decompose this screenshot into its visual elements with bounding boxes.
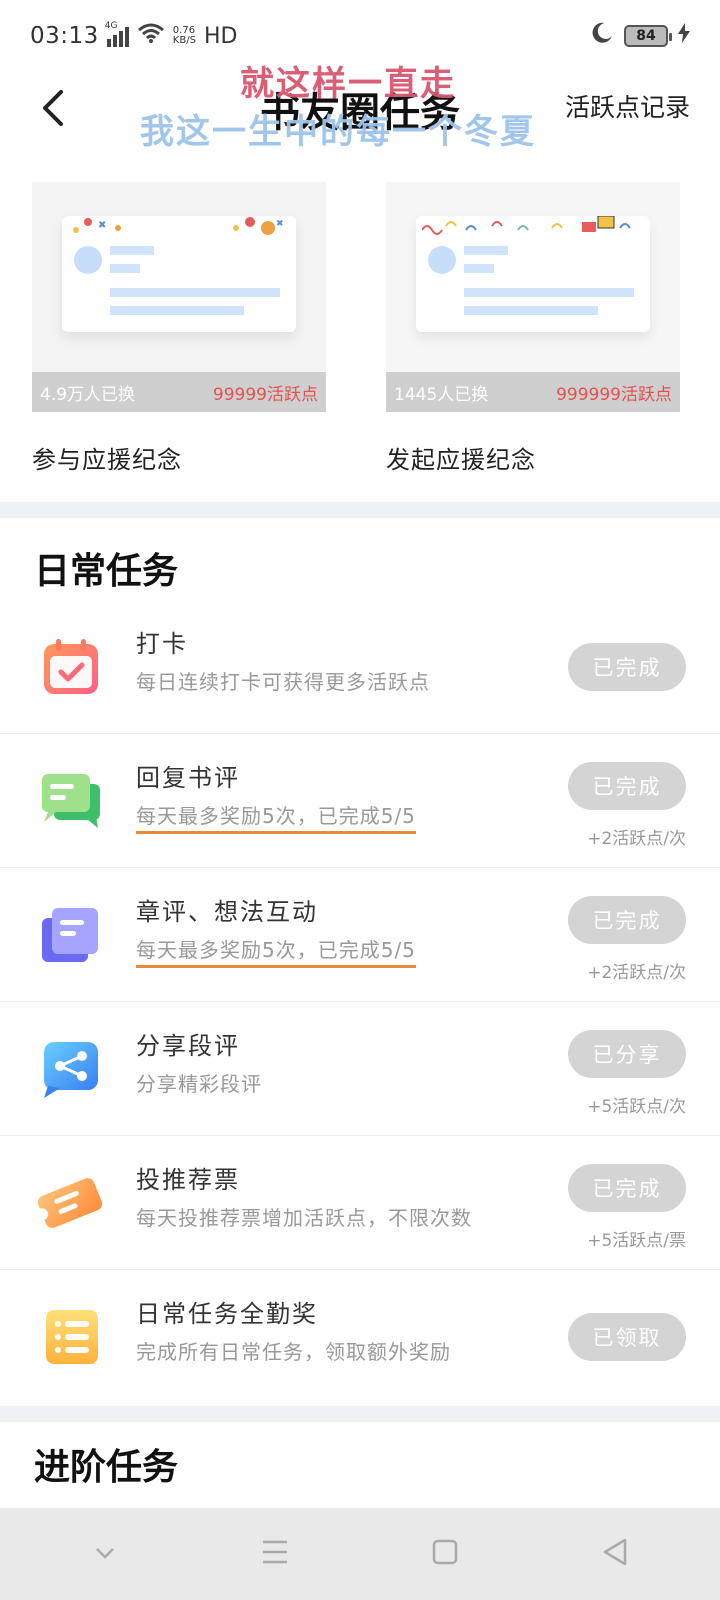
- section-divider: [0, 1406, 720, 1422]
- signal-icon: 4G: [105, 21, 129, 47]
- overlay-lyric-1: 就这样一直走: [240, 64, 456, 104]
- task-row-reply-review: 回复书评 每天最多奖励5次，已完成5/5 已完成 +2活跃点/次: [0, 734, 720, 868]
- battery-level: 84: [636, 28, 656, 44]
- reward-info-bar: 4.9万人已换 99999活跃点: [32, 372, 326, 412]
- streamer-decoration: [422, 216, 631, 235]
- task-status-button[interactable]: 已完成: [568, 1164, 686, 1212]
- daily-tasks-section: 日常任务 打卡 每日连续打卡可获得更多活跃点 已完成 回复书评 每天最多奖励5次…: [0, 518, 720, 1418]
- task-title: 分享段评: [136, 1032, 240, 1060]
- reward-cost: 999999活跃点: [556, 384, 672, 405]
- status-time: 03:13: [30, 23, 99, 49]
- task-desc: 每天最多奖励5次，已完成5/5: [136, 934, 416, 968]
- reward-info-bar: 1445人已换 999999活跃点: [386, 372, 680, 412]
- task-status-button[interactable]: 已领取: [568, 1313, 686, 1361]
- chevron-down-icon: [94, 1545, 116, 1564]
- battery-icon: 84: [624, 25, 672, 47]
- task-row-chapter-comment: 章评、想法互动 每天最多奖励5次，已完成5/5 已完成 +2活跃点/次: [0, 868, 720, 1002]
- triangle-back-icon: [601, 1537, 629, 1571]
- task-desc: 分享精彩段评: [136, 1072, 262, 1096]
- task-title: 章评、想法互动: [136, 898, 318, 926]
- task-reward: +5活跃点/票: [587, 1231, 686, 1251]
- task-title: 投推荐票: [136, 1166, 240, 1194]
- reward-redeemed-count: 1445人已换: [394, 384, 489, 405]
- menu-icon: [261, 1539, 289, 1569]
- task-status-button[interactable]: 已完成: [568, 643, 686, 691]
- square-icon: [431, 1538, 459, 1570]
- task-title: 日常任务全勤奖: [136, 1300, 318, 1328]
- confetti-decoration: ✖ ✖: [73, 217, 284, 235]
- status-right: 84: [590, 21, 690, 51]
- charging-icon: [678, 23, 690, 49]
- system-nav-bar: [0, 1508, 720, 1600]
- network-speed: 0.76 KB/S: [173, 26, 196, 46]
- hd-indicator: HD: [203, 23, 238, 49]
- section-title-advanced: 进阶任务: [34, 1446, 179, 1488]
- reward-card-join[interactable]: ✖ ✖ 4.9万人已换 99999活跃点 参与应援纪念: [32, 182, 326, 475]
- task-reward: +2活跃点/次: [587, 829, 686, 849]
- hide-nav-button[interactable]: [83, 1532, 127, 1576]
- reward-label: 发起应援纪念: [386, 446, 536, 474]
- page: 03:13 4G 0.76 KB/S HD 84 书友圈任务 活跃点记录 就这样…: [0, 0, 720, 1600]
- network-type: 4G: [104, 21, 118, 31]
- task-status-button[interactable]: 已分享: [568, 1030, 686, 1078]
- system-back-button[interactable]: [593, 1532, 637, 1576]
- reward-image: ✖ ✖ 4.9万人已换 99999活跃点: [32, 182, 326, 412]
- comment-stack-icon: [40, 904, 102, 966]
- advanced-tasks-section: 进阶任务: [0, 1422, 720, 1502]
- task-title: 打卡: [136, 630, 188, 658]
- task-title: 回复书评: [136, 764, 240, 792]
- overlay-lyric-2: 我这一生中的每一个冬夏: [140, 112, 536, 152]
- task-reward: +5活跃点/次: [587, 1097, 686, 1117]
- reward-label: 参与应援纪念: [32, 446, 182, 474]
- reward-card-start[interactable]: 1445人已换 999999活跃点 发起应援纪念: [386, 182, 680, 475]
- status-left: 03:13 4G 0.76 KB/S HD: [30, 21, 238, 50]
- home-button[interactable]: [423, 1532, 467, 1576]
- calendar-icon: [40, 636, 102, 698]
- task-row-recommend-vote: 投推荐票 每天投推荐票增加活跃点，不限次数 已完成 +5活跃点/票: [0, 1136, 720, 1270]
- task-desc: 每日连续打卡可获得更多活跃点: [136, 670, 430, 694]
- task-status-button[interactable]: 已完成: [568, 762, 686, 810]
- ticket-icon: [34, 1172, 103, 1234]
- rewards-section: ✖ ✖ 4.9万人已换 99999活跃点 参与应援纪念 1445人已换 9999…: [0, 156, 720, 502]
- reward-cost: 99999活跃点: [212, 384, 318, 405]
- share-icon: [40, 1038, 102, 1100]
- task-row-full-attendance: 日常任务全勤奖 完成所有日常任务，领取额外奖励 已领取: [0, 1270, 720, 1404]
- reward-image: 1445人已换 999999活跃点: [386, 182, 680, 412]
- section-divider: [0, 502, 720, 518]
- chat-bubble-icon: [40, 770, 102, 832]
- task-status-button[interactable]: 已完成: [568, 896, 686, 944]
- svg-text:✖: ✖: [276, 219, 284, 229]
- task-row-share-comment: 分享段评 分享精彩段评 已分享 +5活跃点/次: [0, 1002, 720, 1136]
- wifi-icon: [137, 22, 165, 50]
- activity-record-link[interactable]: 活跃点记录: [565, 88, 690, 124]
- task-desc: 每天最多奖励5次，已完成5/5: [136, 800, 416, 834]
- svg-text:✖: ✖: [98, 220, 106, 231]
- reward-redeemed-count: 4.9万人已换: [40, 384, 136, 405]
- task-reward: +2活跃点/次: [587, 963, 686, 983]
- task-desc: 完成所有日常任务，领取额外奖励: [136, 1340, 451, 1364]
- menu-button[interactable]: [253, 1532, 297, 1576]
- task-row-checkin: 打卡 每日连续打卡可获得更多活跃点 已完成: [0, 600, 720, 734]
- speed-unit: KB/S: [172, 35, 196, 46]
- moon-icon: [590, 21, 614, 51]
- section-title-daily: 日常任务: [34, 550, 179, 592]
- task-desc: 每天投推荐票增加活跃点，不限次数: [136, 1206, 472, 1230]
- list-icon: [40, 1306, 102, 1368]
